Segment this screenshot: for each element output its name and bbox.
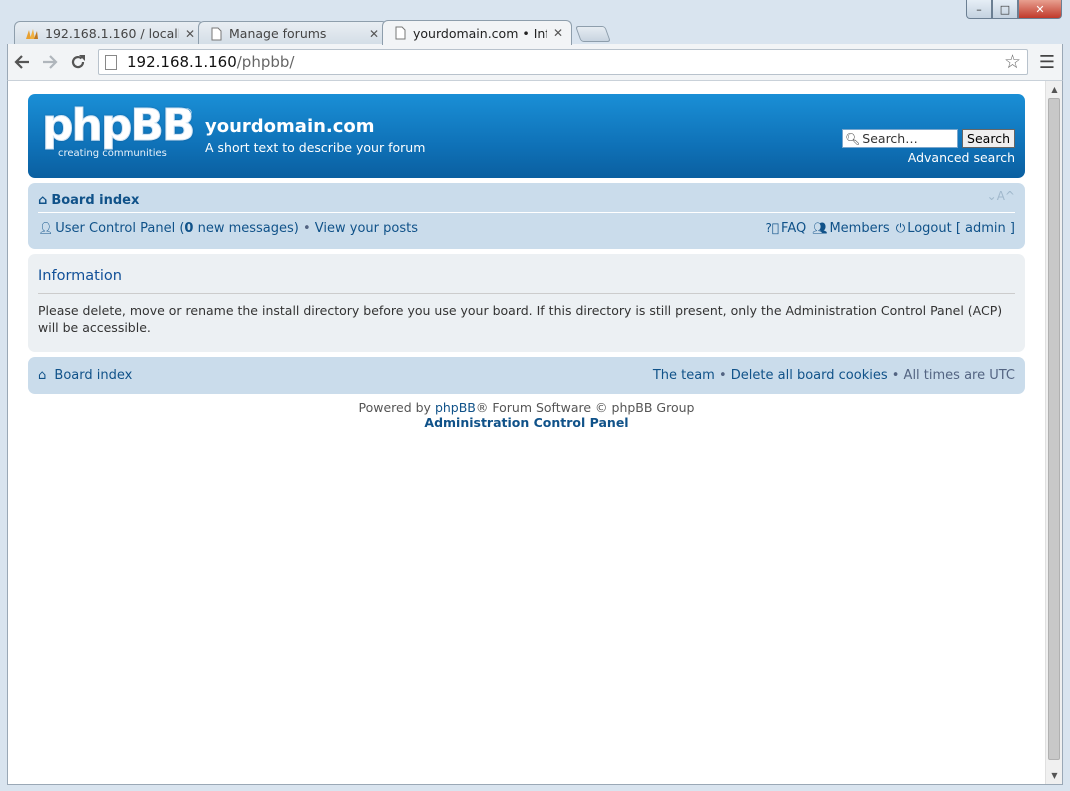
logo-tagline: creating communities — [58, 148, 167, 159]
scroll-down-arrow-icon[interactable]: ▼ — [1046, 767, 1062, 784]
pma-icon — [26, 28, 38, 39]
footer-navbar: ⌂ Board index The team • Delete all boar… — [28, 357, 1025, 394]
forward-arrow-icon — [43, 55, 58, 69]
acp-link[interactable]: Administration Control Panel — [28, 415, 1025, 430]
vertical-scrollbar[interactable]: ▲ ▼ — [1045, 81, 1062, 784]
tab-strip: 192.168.1.160 / localhos ✕ Manage forums… — [14, 20, 611, 45]
ucp-link[interactable]: User Control Panel (0 new messages) — [55, 221, 299, 236]
navbar-right: ?⃝ FAQ 👥︎ Members ⏻ Logout [ admin ] — [765, 221, 1015, 236]
page-icon — [211, 27, 222, 40]
back-button[interactable] — [8, 48, 36, 76]
minimize-button[interactable]: – — [966, 0, 992, 19]
home-icon: ⌂ — [38, 193, 48, 208]
faq-link[interactable]: ?⃝ FAQ — [765, 221, 806, 236]
back-arrow-icon — [14, 55, 29, 69]
header-bar: phpBB ® creating communities yourdomain.… — [28, 94, 1025, 178]
tab-close-icon[interactable]: ✕ — [553, 26, 563, 40]
delete-cookies-link[interactable]: Delete all board cookies — [731, 368, 888, 383]
navbar-bottom: 👤︎ User Control Panel (0 new messages) •… — [38, 213, 1015, 243]
navbar-top: ⌂ Board index ⌄A^ — [38, 189, 1015, 213]
close-window-button[interactable]: ✕ — [1018, 0, 1062, 19]
site-description: yourdomain.com A short text to describe … — [205, 116, 425, 155]
panel-title: Information — [38, 268, 1015, 294]
page-icon — [395, 26, 406, 40]
tab-manage-forums[interactable]: Manage forums ✕ — [198, 21, 388, 45]
faq-icon: ?⃝ — [765, 220, 780, 235]
copyright-rest: ® Forum Software © phpBB Group — [475, 400, 695, 415]
maximize-button[interactable]: □ — [992, 0, 1018, 19]
site-subtitle: A short text to describe your forum — [205, 140, 426, 155]
advanced-search-link[interactable]: Advanced search — [842, 150, 1015, 165]
members-link[interactable]: 👥︎ Members — [812, 221, 889, 236]
search-icon: 🔍︎ — [845, 131, 861, 146]
logout-label: Logout [ admin ] — [907, 220, 1015, 236]
timezone-text: All times are UTC — [903, 368, 1015, 383]
board-index-label: Board index — [51, 193, 140, 208]
footer-board-index-label: Board index — [54, 368, 133, 383]
logout-link[interactable]: ⏻ Logout [ admin ] — [896, 221, 1015, 236]
browser-toolbar: 192.168.1.160/phpbb/ ☆ ☰ — [7, 44, 1063, 80]
page-viewport: phpBB ® creating communities yourdomain.… — [7, 80, 1063, 785]
separator: • — [887, 368, 904, 383]
information-panel: Information Please delete, move or renam… — [28, 254, 1025, 352]
ucp-label: User Control Panel ( — [55, 220, 185, 236]
tab-title: Manage forums — [229, 26, 327, 41]
phpbb-logo[interactable]: phpBB ® creating communities — [42, 100, 196, 162]
browser-window: – □ ✕ 192.168.1.160 / localhos ✕ Manage … — [0, 0, 1070, 791]
search-box: 🔍︎ Search… Search Advanced search — [842, 129, 1015, 165]
footer-links: The team • Delete all board cookies • Al… — [653, 368, 1015, 383]
phpbb-page: phpBB ® creating communities yourdomain.… — [28, 94, 1025, 430]
separator: • — [714, 368, 731, 383]
copyright: Powered by phpBB® Forum Software © phpBB… — [28, 400, 1025, 430]
font-resize-control[interactable]: ⌄A^ — [987, 189, 1015, 203]
members-icon: 👥︎ — [812, 220, 828, 235]
scroll-up-arrow-icon[interactable]: ▲ — [1046, 81, 1062, 98]
footer-board-index-link[interactable]: ⌂ Board index — [38, 368, 132, 383]
tab-yourdomain[interactable]: yourdomain.com • Infor ✕ — [382, 20, 572, 45]
site-title: yourdomain.com — [205, 116, 375, 137]
navbar: ⌂ Board index ⌄A^ 👤︎ User Control Panel … — [28, 183, 1025, 249]
url-host: 192.168.1.160 — [127, 53, 237, 71]
board-index-link[interactable]: ⌂ Board index — [38, 193, 139, 208]
powered-by-text: Powered by — [358, 400, 435, 415]
scroll-thumb[interactable] — [1048, 98, 1060, 760]
tab-title: 192.168.1.160 / localhos — [45, 26, 179, 41]
reload-button[interactable] — [64, 48, 92, 76]
page-icon — [105, 54, 117, 70]
power-icon: ⏻ — [895, 220, 906, 235]
new-tab-button[interactable] — [575, 26, 611, 42]
window-controls: – □ ✕ — [966, 0, 1062, 20]
search-input[interactable]: 🔍︎ Search… — [842, 129, 959, 148]
registered-mark: ® — [182, 106, 193, 119]
search-row: 🔍︎ Search… Search — [842, 129, 1015, 148]
separator: • — [298, 220, 315, 236]
address-bar[interactable]: 192.168.1.160/phpbb/ ☆ — [98, 49, 1028, 75]
menu-icon[interactable]: ☰ — [1032, 48, 1062, 76]
home-icon: ⌂ — [38, 368, 47, 383]
new-messages-label: new messages) — [193, 220, 299, 236]
panel-message: Please delete, move or rename the instal… — [38, 303, 1003, 335]
tab-close-icon[interactable]: ✕ — [185, 27, 195, 41]
user-icon: 👤︎ — [38, 221, 54, 235]
faq-label: FAQ — [781, 220, 807, 236]
members-label: Members — [829, 220, 890, 236]
search-placeholder: Search… — [862, 131, 918, 146]
tab-close-icon[interactable]: ✕ — [369, 27, 379, 41]
search-button[interactable]: Search — [962, 129, 1015, 148]
reload-icon — [71, 55, 85, 69]
logo-text: phpBB — [42, 100, 196, 151]
the-team-link[interactable]: The team — [653, 368, 715, 383]
bookmark-star-icon[interactable]: ☆ — [1004, 51, 1021, 73]
forward-button[interactable] — [36, 48, 64, 76]
url-path: /phpbb/ — [236, 53, 295, 71]
phpbb-link[interactable]: phpBB — [435, 400, 476, 415]
tab-title: yourdomain.com • Infor — [413, 25, 547, 41]
tab-phpmyadmin[interactable]: 192.168.1.160 / localhos ✕ — [14, 21, 204, 45]
view-posts-link[interactable]: View your posts — [315, 221, 418, 236]
